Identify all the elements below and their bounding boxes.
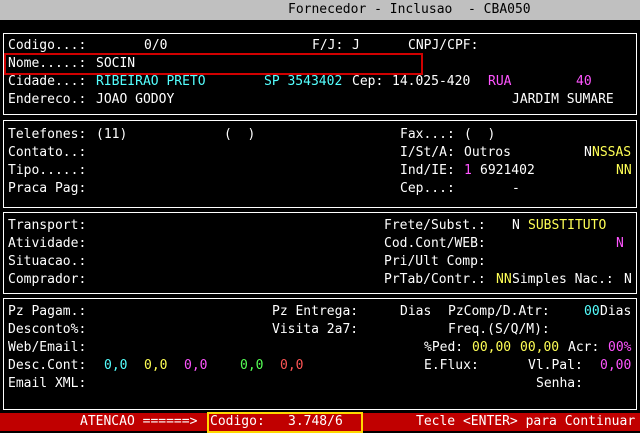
logradouro-tipo: RUA	[488, 74, 512, 89]
enter-hint: Tecle <ENTER> para Continuar	[416, 414, 636, 429]
indie-label: Ind/IE:	[400, 163, 455, 178]
simples-label: Simples Nac.:	[512, 272, 614, 287]
frete-label: Frete/Subst.:	[384, 218, 486, 233]
emailxml-label: Email XML:	[8, 376, 87, 391]
tipo-label: Tipo.....:	[8, 163, 87, 178]
endereco-label: Endereco.:	[8, 92, 87, 107]
cep2-value[interactable]: -	[512, 181, 520, 197]
desc-cont-4[interactable]: 0,0	[240, 358, 263, 374]
cep-value[interactable]: 14.025-420	[392, 74, 470, 90]
indie-value[interactable]: 6921402	[480, 163, 535, 179]
ped-value-1[interactable]: 00,00	[472, 340, 511, 356]
pzcomp-value[interactable]: 00	[584, 304, 600, 320]
pzentrega-label: Pz Entrega:	[272, 304, 359, 319]
cep-label: Cep:	[352, 74, 384, 89]
ped-value-2[interactable]: 00,00	[520, 340, 559, 356]
nome-field-highlight	[4, 53, 423, 75]
web-label: Web/Email:	[8, 340, 87, 355]
title-bar: Fornecedor - Inclusao - CBA050	[0, 0, 640, 20]
eflux-label: E.Flux:	[424, 358, 479, 373]
acr-label: Acr:	[568, 340, 600, 355]
cidade-label: Cidade...:	[8, 74, 87, 89]
priult-label: Pri/Ult Comp:	[384, 254, 486, 269]
desc-cont-3[interactable]: 0,0	[184, 358, 207, 374]
contato-label: Contato..:	[8, 145, 87, 160]
fax-value[interactable]: ( )	[464, 127, 495, 143]
window-title: Fornecedor - Inclusao - CBA050	[288, 2, 531, 17]
freq-label: Freq.(S/Q/M):	[448, 322, 550, 337]
vlpal-value[interactable]: 0,00	[600, 358, 631, 374]
vlpal-label: Vl.Pal:	[528, 358, 583, 373]
cidade-value[interactable]: RIBEIRAO PRETO	[96, 74, 206, 90]
desccont-label: Desc.Cont:	[8, 358, 87, 373]
atencao-message: ATENCAO ======>	[80, 414, 198, 429]
ista-value[interactable]: Outros	[464, 145, 511, 161]
uf-code: SP 3543402	[264, 74, 343, 89]
senha-label: Senha:	[536, 376, 583, 391]
visita-label: Visita 2a7:	[272, 322, 359, 337]
desc-cont-5[interactable]: 0,0	[280, 358, 303, 374]
situacao-label: Situacao.:	[8, 254, 87, 269]
telefone-2[interactable]: ( )	[224, 127, 255, 143]
bairro-value[interactable]: JARDIM SUMARE	[512, 92, 614, 108]
fax-label: Fax...:	[400, 127, 455, 142]
flag-n: N	[584, 145, 592, 160]
atividade-label: Atividade:	[8, 236, 87, 251]
fj-value[interactable]: J	[352, 38, 360, 54]
telefones-label: Telefones:	[8, 127, 87, 142]
dias2-label: Dias	[600, 304, 632, 319]
cep2-label: Cep...:	[400, 181, 455, 196]
comprador-label: Comprador:	[8, 272, 87, 287]
codigo-label: Codigo...:	[8, 38, 87, 53]
cnpj-label: CNPJ/CPF:	[408, 38, 479, 53]
codcont-label: Cod.Cont/WEB:	[384, 236, 486, 251]
indie-ind[interactable]: 1	[464, 163, 472, 179]
endereco-value[interactable]: JOAO GODOY	[96, 92, 174, 108]
pzpagam-label: Pz Pagam.:	[8, 304, 87, 319]
frete-value[interactable]: SUBSTITUTO	[528, 218, 606, 234]
flags-nssas: NSSAS	[592, 145, 632, 160]
ped-label: %Ped:	[424, 340, 464, 355]
telefone-1[interactable]: (11)	[96, 127, 127, 143]
prtab-nn[interactable]: NN	[496, 272, 512, 288]
desc-cont-1[interactable]: 0,0	[104, 358, 127, 374]
prtab-label: PrTab/Contr.:	[384, 272, 486, 287]
ista-label: I/St/A:	[400, 145, 455, 160]
frete-n[interactable]: N	[512, 218, 520, 234]
codigo-highlight	[207, 412, 363, 433]
desconto-label: Desconto%:	[8, 322, 87, 337]
acr-value[interactable]: 00%	[608, 340, 631, 356]
desc-cont-2[interactable]: 0,0	[144, 358, 167, 374]
numero-value[interactable]: 40	[576, 74, 592, 90]
simples-value[interactable]: N	[624, 272, 632, 288]
fj-label: F/J:	[312, 38, 344, 53]
pzcomp-label: PzComp/D.Atr:	[448, 304, 550, 319]
codigo-value[interactable]: 0/0	[144, 38, 167, 54]
transport-label: Transport:	[8, 218, 87, 233]
dias-label: Dias	[400, 304, 432, 319]
flags-nn: NN	[616, 163, 632, 178]
codcont-value[interactable]: N	[616, 236, 624, 252]
praca-label: Praca Pag:	[8, 181, 87, 196]
